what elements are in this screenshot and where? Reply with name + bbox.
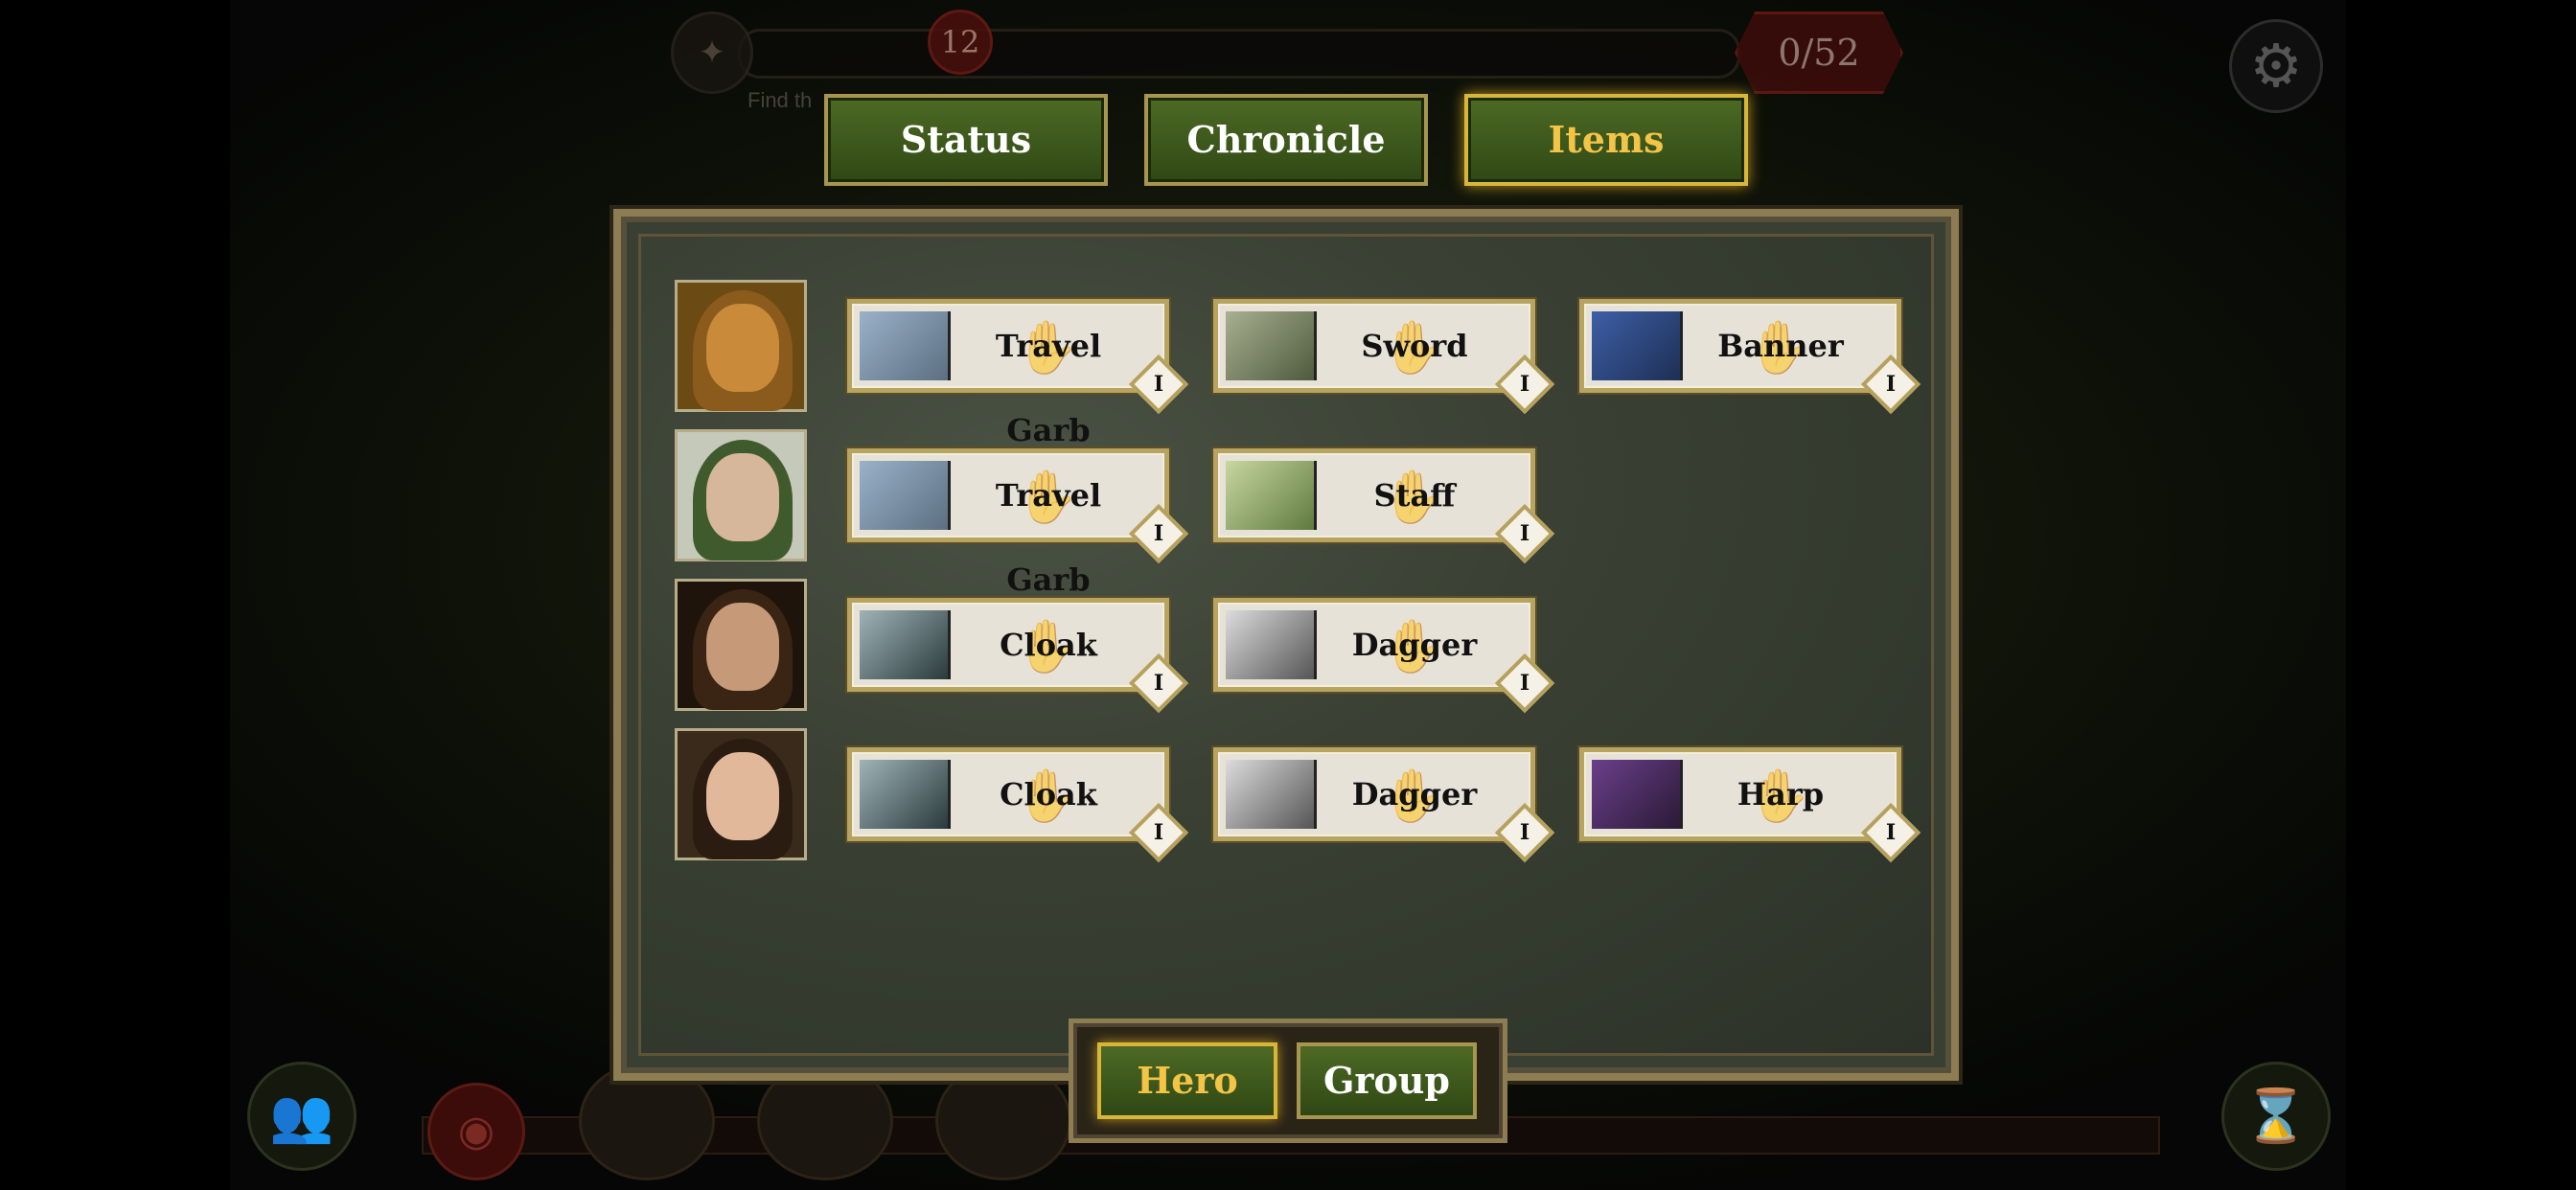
item-rank: I (1153, 820, 1164, 845)
portrait-face (706, 453, 779, 541)
item-rank: I (1519, 372, 1530, 397)
item-rank: I (1153, 521, 1164, 546)
staff-icon (1226, 461, 1317, 530)
group-toggle-button[interactable]: Group (1297, 1042, 1477, 1119)
banner-icon (1592, 311, 1683, 380)
item-name: Dagger (1351, 776, 1478, 812)
item-card[interactable]: ✋ Cloak I (847, 598, 1189, 714)
hero-toggle-button[interactable]: Hero (1097, 1042, 1277, 1119)
item-rank: I (1153, 372, 1164, 397)
hourglass-icon[interactable]: ⌛ (2221, 1062, 2331, 1171)
item-card[interactable]: ✋ Banner I (1579, 299, 1921, 415)
letterbox-left (0, 0, 230, 1190)
hero-group-toggle: Hero Group (1069, 1018, 1507, 1143)
item-rank: I (1885, 372, 1897, 397)
letterbox-right (2346, 0, 2576, 1190)
portrait-face (706, 752, 779, 840)
item-card[interactable]: ✋ Travel Garb I (847, 299, 1189, 448)
dark-haired-hero-portrait[interactable] (675, 579, 807, 711)
dragon-emblem-icon: ✦ (671, 11, 753, 94)
portrait-face (706, 603, 779, 691)
tab-chronicle[interactable]: Chronicle (1144, 94, 1428, 186)
item-card[interactable]: ✋ Dagger I (1213, 598, 1555, 714)
objective-hint-start: Find th (748, 88, 813, 112)
item-name: Travel Garb (995, 328, 1102, 448)
threat-track-bar (738, 29, 1740, 79)
item-name: Banner (1717, 328, 1844, 364)
settings-gear-icon[interactable]: ⚙ (2229, 19, 2323, 113)
sword-icon (1226, 311, 1317, 380)
item-name: Harp (1736, 776, 1825, 812)
item-card[interactable]: ✋ Dagger I (1213, 747, 1555, 863)
tab-items[interactable]: Items (1464, 94, 1748, 186)
item-card[interactable]: ✋ Cloak I (847, 747, 1189, 863)
item-name: Cloak (1000, 627, 1097, 663)
item-rank: I (1885, 820, 1897, 845)
elf-hero-portrait[interactable] (675, 728, 807, 860)
item-name: Cloak (1000, 776, 1097, 812)
item-name: Dagger (1351, 627, 1478, 663)
item-card[interactable]: ✋ Harp I (1579, 747, 1921, 863)
progress-counter-text: 0/52 (1778, 32, 1860, 74)
item-name: Travel Garb (995, 477, 1102, 598)
dagger-icon (1226, 610, 1317, 679)
item-card[interactable]: ✋ Sword I (1213, 299, 1555, 415)
item-card[interactable]: ✋ Staff I (1213, 448, 1555, 564)
cloak-icon (860, 610, 951, 679)
group-icon[interactable]: 👥 (247, 1062, 356, 1171)
item-rank: I (1519, 671, 1530, 696)
progress-counter: 0/52 (1735, 11, 1903, 94)
item-rank: I (1153, 671, 1164, 696)
tab-status[interactable]: Status (824, 94, 1108, 186)
item-name: Staff (1373, 477, 1456, 514)
harp-icon (1592, 760, 1683, 829)
hooded-hero-portrait[interactable] (675, 280, 807, 412)
item-name: Sword (1361, 328, 1468, 364)
dagger-icon (1226, 760, 1317, 829)
item-rank: I (1519, 820, 1530, 845)
threat-token: 12 (928, 10, 993, 75)
eye-icon[interactable]: ◉ (427, 1083, 525, 1180)
travel-garb-icon (860, 461, 951, 530)
green-hooded-hero-portrait[interactable] (675, 429, 807, 561)
threat-value: 12 (940, 24, 980, 60)
travel-garb-icon (860, 311, 951, 380)
cloak-icon (860, 760, 951, 829)
portrait-face (706, 304, 779, 392)
item-card[interactable]: ✋ Travel Garb I (847, 448, 1189, 598)
item-rank: I (1519, 521, 1530, 546)
